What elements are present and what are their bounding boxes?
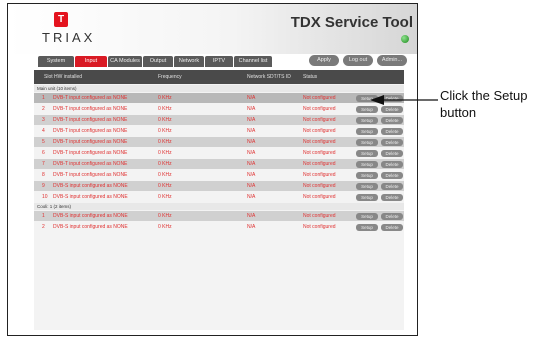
callout-line-2: button	[440, 105, 477, 120]
callout-line-1: Click the Setup	[440, 88, 528, 103]
annotation-arrow-icon	[370, 95, 438, 105]
instruction-callout: Click the Setup button	[440, 87, 527, 121]
